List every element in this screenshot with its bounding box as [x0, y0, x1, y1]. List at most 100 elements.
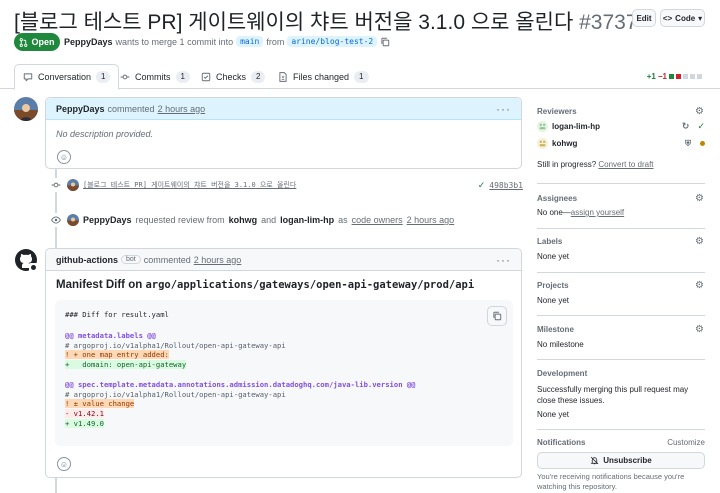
chevron-down-icon: ▾ [698, 13, 703, 23]
avatar[interactable] [67, 179, 79, 191]
comment-action: commented [143, 254, 191, 265]
tab-label: Commits [135, 71, 171, 82]
avatar[interactable] [67, 214, 79, 226]
commit-message[interactable]: [블로그 테스트 PR] 게이트웨이의 챠트 버전을 3.1.0 으로 올린다 [83, 180, 296, 190]
status-badge: Open [14, 33, 60, 51]
unsubscribe-label: Unsubscribe [603, 456, 652, 465]
gear-icon[interactable]: ⚙ [695, 194, 705, 204]
assignees-title[interactable]: Assignees [537, 194, 705, 203]
assign-yourself-link[interactable]: assign yourself [571, 208, 624, 217]
tab-count: 1 [175, 70, 190, 83]
code-line: + v1.49.0 [65, 419, 104, 428]
merge-text: wants to merge 1 commit into [115, 36, 234, 47]
code-line: ### Diff for result.yaml [65, 310, 169, 319]
code-line: # argoproj.io/v1alpha1/Rollout/open-api-… [65, 341, 286, 350]
gear-icon[interactable]: ⚙ [695, 325, 705, 335]
reviewer-row[interactable]: logan-lim-hp ↻ ✓ [537, 121, 705, 132]
comment-time[interactable]: 2 hours ago [194, 255, 242, 265]
reviewer-link[interactable]: kohwg [229, 215, 258, 225]
divider [537, 359, 705, 360]
edit-button[interactable]: Edit [632, 9, 656, 27]
status-label: Open [31, 37, 55, 47]
shield-icon: ⛨ [685, 138, 691, 148]
reviewers-title[interactable]: Reviewers [537, 107, 705, 116]
projects-value: None yet [537, 296, 570, 305]
avatar [537, 138, 548, 149]
development-value: None yet [537, 410, 570, 419]
checks-icon [201, 72, 211, 81]
reviewer-link[interactable]: logan-lim-hp [280, 215, 334, 225]
tab-label: Checks [216, 71, 247, 82]
add-reaction-icon[interactable]: ☺ [57, 150, 71, 164]
unsubscribe-button[interactable]: Unsubscribe [537, 452, 705, 469]
add-reaction-icon[interactable]: ☺ [57, 457, 71, 471]
customize-link[interactable]: Customize [667, 438, 705, 447]
diff-bar-neutral [690, 74, 695, 79]
code-button[interactable]: <> Code ▾ [660, 9, 705, 27]
base-branch[interactable]: main [236, 36, 264, 47]
code-line: + domain: open-api-gateway [65, 360, 187, 369]
author-link[interactable]: PeppyDays [64, 37, 113, 47]
pull-request-icon [20, 37, 28, 47]
merge-info: PeppyDays wants to merge 1 commit into m… [64, 36, 390, 47]
gear-icon[interactable]: ⚙ [695, 107, 705, 117]
reviewer-name: logan-lim-hp [552, 122, 600, 131]
divider [537, 272, 705, 273]
comment-author[interactable]: github-actions [56, 255, 118, 265]
gear-icon[interactable]: ⚙ [695, 237, 705, 247]
comment-time[interactable]: 2 hours ago [158, 104, 206, 114]
reviewer-name: kohwg [552, 139, 578, 148]
conversation-icon [23, 73, 33, 82]
projects-title[interactable]: Projects [537, 281, 705, 290]
divider [537, 429, 705, 430]
diff-stat: +1 −1 [647, 72, 702, 81]
milestone-title[interactable]: Milestone [537, 325, 705, 334]
tab-count: 1 [96, 71, 111, 83]
commit-sha[interactable]: 498b3b1 [489, 181, 523, 190]
comment-action: commented [107, 103, 155, 114]
kebab-menu-icon[interactable]: ··· [496, 253, 511, 267]
bell-slash-icon [591, 456, 599, 465]
labels-title[interactable]: Labels [537, 237, 705, 246]
gear-icon[interactable]: ⚙ [695, 281, 705, 291]
tab-files-changed[interactable]: Files changed 1 [278, 64, 369, 89]
re-request-icon[interactable]: ↻ [682, 121, 690, 132]
event-time[interactable]: 2 hours ago [407, 215, 455, 225]
code-line: # argoproj.io/v1alpha1/Rollout/open-api-… [65, 390, 286, 399]
convert-to-draft-link[interactable]: Convert to draft [598, 160, 653, 169]
code-line: - v1.42.1 [65, 409, 104, 418]
commit-event: [블로그 테스트 PR] 게이트웨이의 챠트 버전을 3.1.0 으로 올린다 … [49, 178, 523, 192]
kebab-menu-icon[interactable]: ··· [496, 102, 511, 116]
deletions-count: −1 [657, 72, 667, 81]
event-text: and [261, 215, 277, 225]
tab-checks[interactable]: Checks 2 [201, 64, 266, 89]
heading-prefix: Manifest Diff on [56, 279, 143, 291]
copy-icon[interactable] [380, 37, 390, 47]
bot-badge: bot [121, 255, 141, 264]
code-line: @@ spec.template.metadata.annotations.ad… [65, 380, 416, 389]
development-title: Development [537, 369, 588, 378]
copy-icon [493, 311, 502, 321]
github-actions-avatar[interactable] [14, 248, 38, 272]
event-author[interactable]: PeppyDays [83, 215, 132, 225]
pr-title-text: [블로그 테스트 PR] 게이트웨이의 챠트 버전을 3.1.0 으로 올린다 [14, 11, 574, 34]
diff-bar-neutral [697, 74, 702, 79]
code-line: ! ± value change [65, 399, 135, 408]
copy-button[interactable] [487, 306, 507, 326]
reviewer-row[interactable]: kohwg ⛨ [537, 138, 705, 149]
comment-author[interactable]: PeppyDays [56, 104, 105, 114]
check-icon[interactable]: ✓ [478, 180, 486, 191]
tab-commits[interactable]: Commits 1 [120, 64, 190, 89]
head-branch[interactable]: arine/blog-test-2 [287, 36, 378, 47]
tab-conversation[interactable]: Conversation 1 [14, 64, 120, 90]
divider [537, 315, 705, 316]
code-block: ### Diff for result.yaml @@ metadata.lab… [55, 300, 513, 446]
code-icon: <> [662, 13, 673, 23]
event-text: requested review from [135, 215, 225, 225]
code-owners-link[interactable]: code owners [352, 215, 403, 225]
comment-body: No description provided. [56, 129, 154, 139]
from-text: from [266, 36, 285, 47]
pr-number: #3737 [579, 11, 638, 34]
avatar[interactable] [14, 97, 38, 121]
diff-bar-del [676, 74, 681, 79]
